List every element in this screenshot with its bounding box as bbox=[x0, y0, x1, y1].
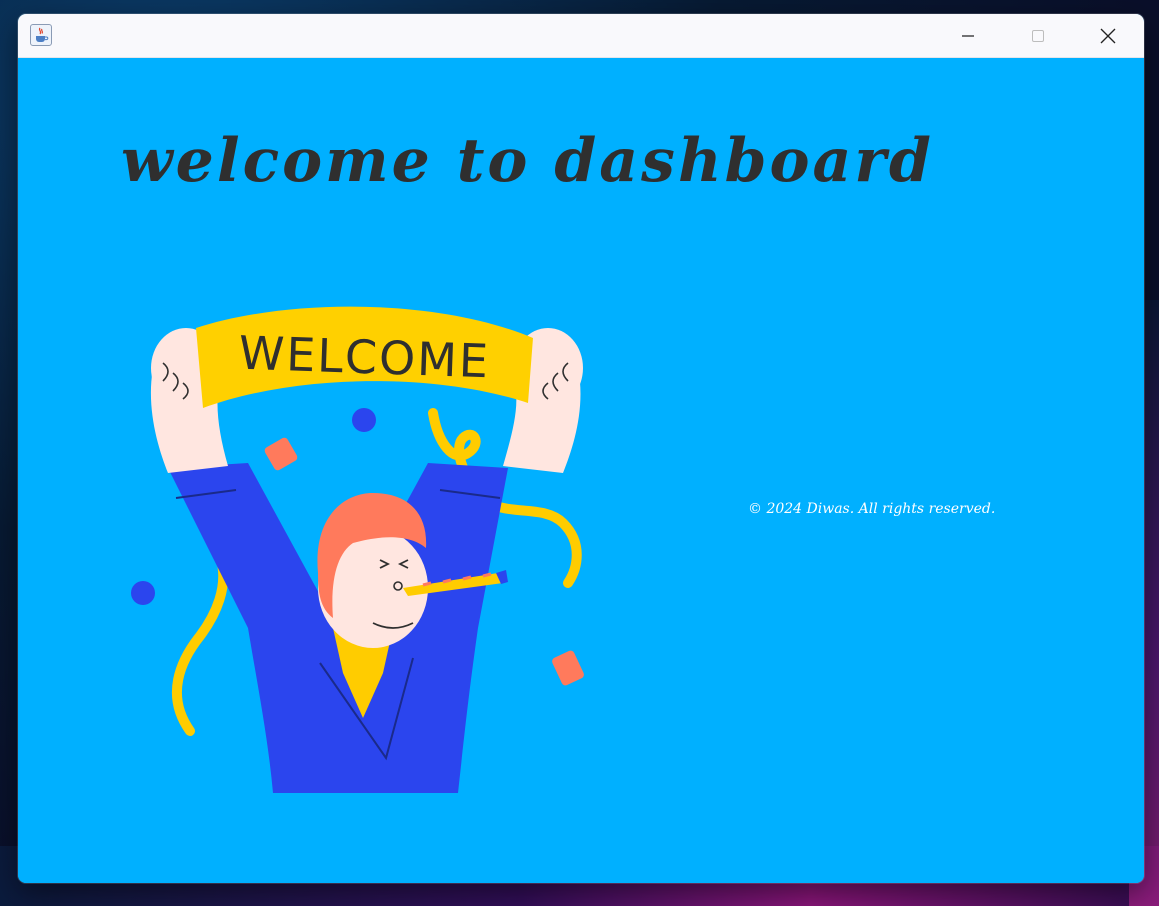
close-icon bbox=[1100, 28, 1116, 43]
copyright-footer: © 2024 Diwas. All rights reserved. bbox=[748, 501, 996, 517]
dashboard-heading: welcome to dashboard bbox=[121, 126, 934, 196]
banner-text: WELCOME bbox=[238, 326, 491, 389]
maximize-icon bbox=[1032, 29, 1044, 42]
close-button[interactable] bbox=[1073, 14, 1143, 57]
java-cup-icon bbox=[30, 24, 52, 46]
minimize-button[interactable] bbox=[933, 14, 1003, 57]
welcome-illustration: WELCOME bbox=[131, 306, 584, 793]
maximize-button[interactable] bbox=[1003, 14, 1073, 57]
dashboard-content: welcome to dashboard WELCOME © 2024 Diwa… bbox=[18, 58, 1144, 883]
title-bar[interactable] bbox=[18, 14, 1144, 58]
app-window: welcome to dashboard WELCOME © 2024 Diwa… bbox=[18, 14, 1144, 883]
minimize-icon bbox=[962, 34, 974, 37]
